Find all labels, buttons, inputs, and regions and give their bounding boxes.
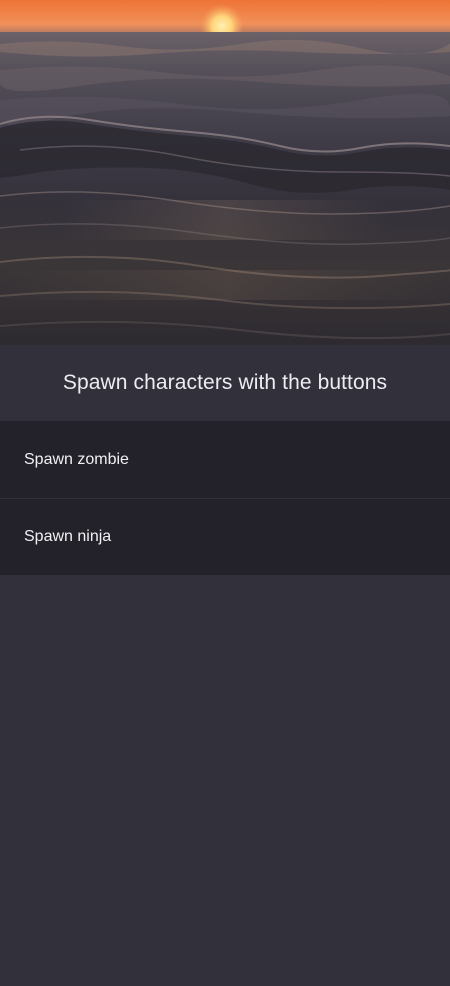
ocean-sunset-image [0,0,450,345]
content-area [0,575,450,986]
heading-bar: Spawn characters with the buttons [0,345,450,421]
spawn-zombie-button[interactable]: Spawn zombie [0,421,450,498]
spawn-ninja-button[interactable]: Spawn ninja [0,498,450,575]
hero-image [0,0,450,345]
app-container: Spawn characters with the buttons Spawn … [0,0,450,986]
page-title: Spawn characters with the buttons [62,371,388,394]
button-list: Spawn zombie Spawn ninja [0,421,450,575]
